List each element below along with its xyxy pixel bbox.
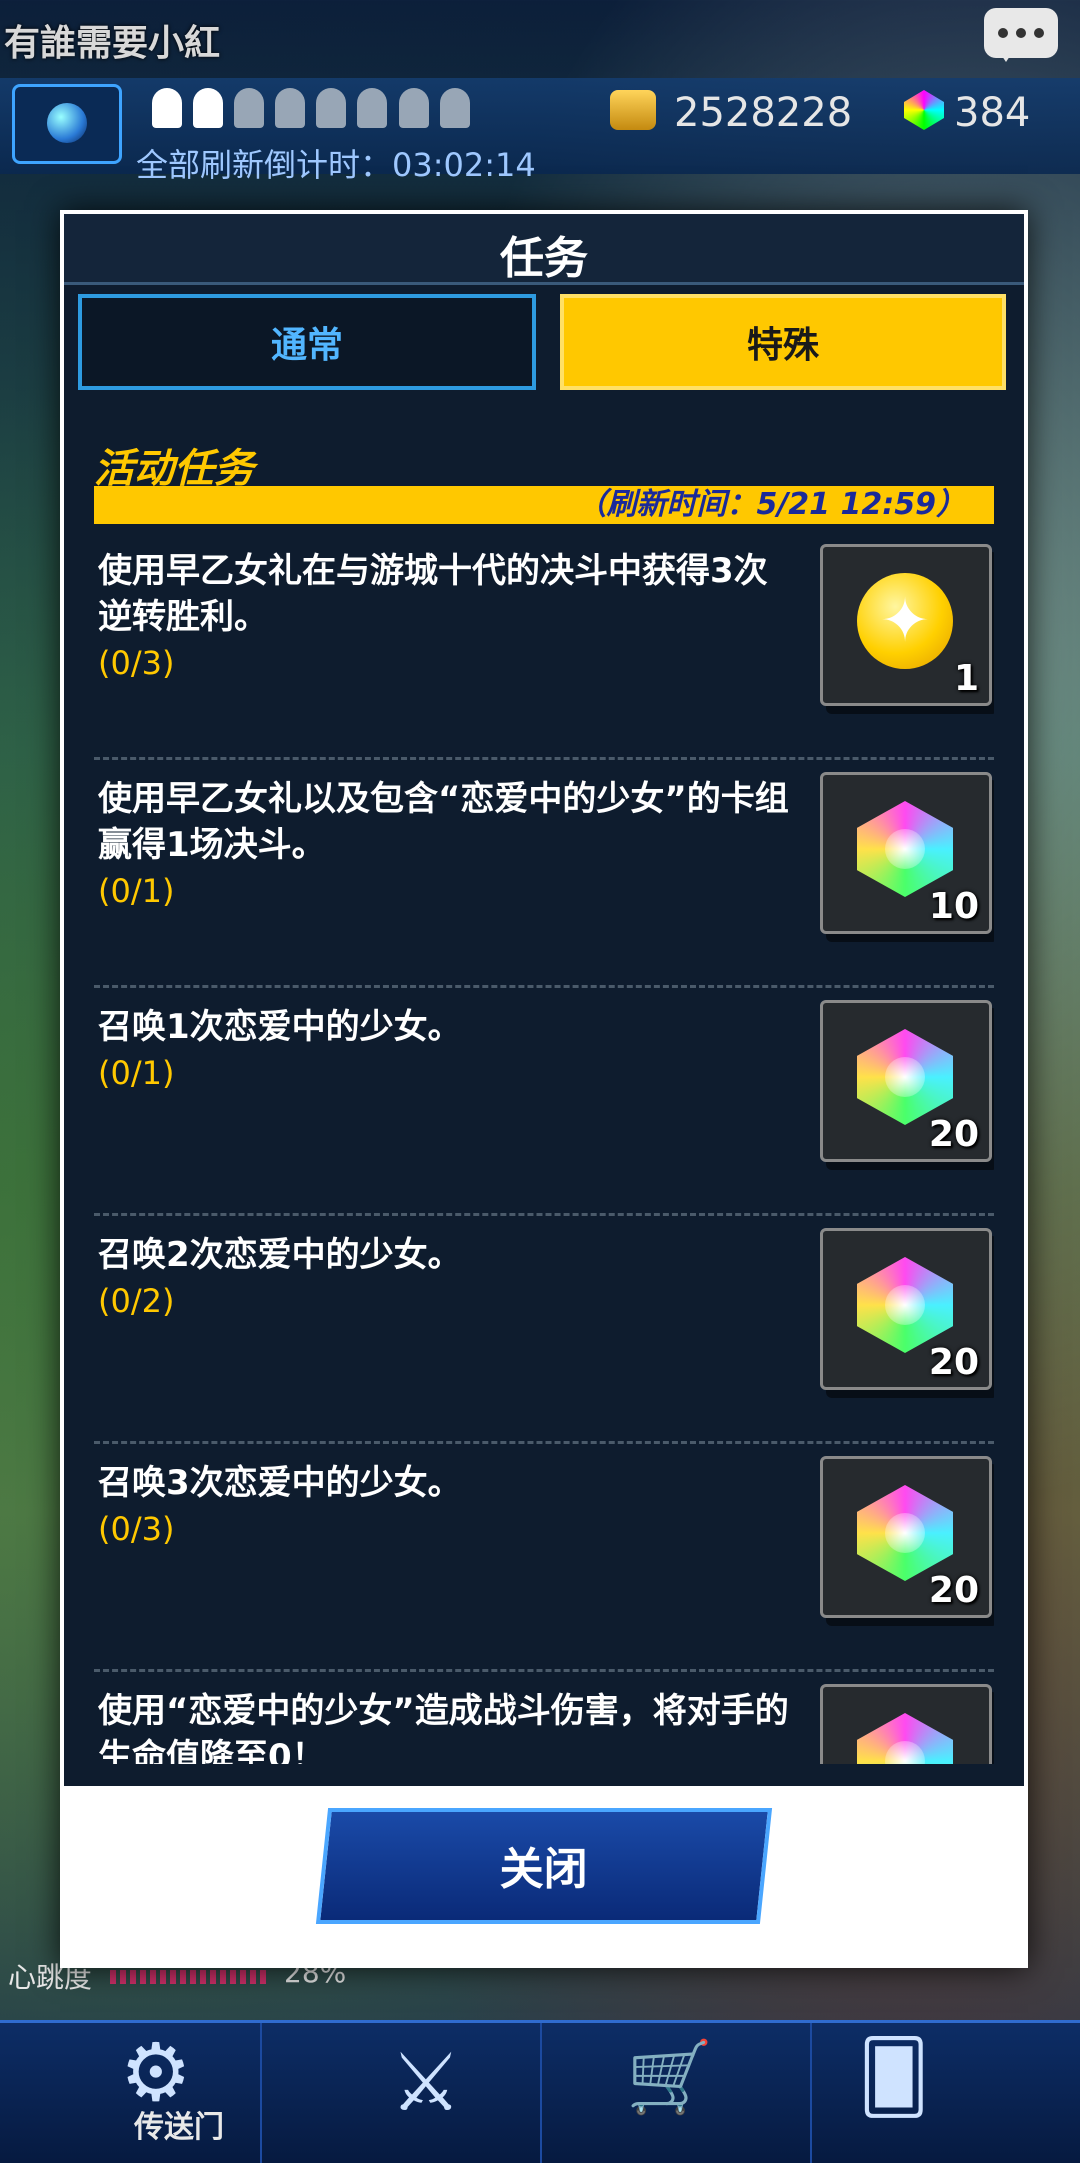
quest-progress: (0/1) — [98, 1054, 175, 1092]
reward-quantity: 20 — [928, 1342, 979, 1383]
refresh-time: （刷新时间：5/21 12:59） — [576, 487, 966, 522]
gem-icon — [857, 1485, 953, 1581]
quest-item: 使用早乙女礼以及包含“恋爱中的少女”的卡组赢得1场决斗。 (0/1) 10 — [94, 760, 994, 988]
reward-slot[interactable] — [820, 1684, 992, 1764]
quest-description: 使用早乙女礼以及包含“恋爱中的少女”的卡组赢得1场决斗。 — [98, 779, 789, 865]
close-button[interactable]: 关闭 — [315, 1808, 773, 1924]
person-icon — [275, 88, 306, 128]
gem-icon — [857, 1029, 953, 1125]
portal-label: 传送门 — [134, 2110, 224, 2145]
chat-message: 有誰需要小紅 — [4, 23, 221, 64]
reward-slot[interactable]: 20 — [820, 1000, 992, 1162]
world-globe-icon[interactable] — [12, 84, 122, 164]
refresh-time-bar: （刷新时间：5/21 12:59） — [94, 486, 994, 524]
chat-bubble-icon[interactable] — [984, 8, 1058, 62]
shopping-cart-icon: 🛒 — [626, 2036, 714, 2118]
quest-item: 使用“恋爱中的少女”造成战斗伤害，将对手的生命值降至0！ — [94, 1672, 994, 1764]
person-icon — [316, 88, 347, 128]
quest-description: 使用“恋爱中的少女”造成战斗伤害，将对手的生命值降至0！ — [98, 1691, 789, 1764]
reward-slot[interactable]: 20 — [820, 1228, 992, 1390]
quest-tabs: 通常 特殊 — [64, 284, 1024, 404]
tab-normal[interactable]: 通常 — [78, 294, 536, 390]
reward-slot[interactable]: ✦ 1 — [820, 544, 992, 706]
person-icon — [193, 88, 224, 128]
quest-description: 使用早乙女礼在与游城十代的决斗中获得3次逆转胜利。 — [98, 551, 768, 637]
refresh-countdown: 全部刷新倒计时：03:02:14 — [136, 146, 536, 184]
gem-icon — [857, 801, 953, 897]
quest-progress: (0/3) — [98, 644, 175, 682]
quest-description: 召唤2次恋爱中的少女。 — [98, 1235, 462, 1275]
quest-progress: (0/1) — [98, 872, 175, 910]
card-deck-icon: 🂠 — [858, 2036, 930, 2118]
modal-title: 任务 — [500, 233, 588, 284]
friends-indicator — [152, 88, 476, 132]
quest-item: 召唤3次恋爱中的少女。 (0/3) 20 — [94, 1444, 994, 1672]
person-icon — [398, 88, 429, 128]
quest-progress: (0/3) — [98, 1510, 175, 1548]
nav-deck[interactable] — [810, 2023, 1080, 2163]
quest-description: 召唤1次恋爱中的少女。 — [98, 1007, 462, 1047]
gold-count: 2528228 — [674, 90, 853, 136]
heart-progress-bar — [110, 1970, 270, 1984]
gem-icon — [857, 1257, 953, 1353]
quest-item: 召唤2次恋爱中的少女。 (0/2) 20 — [94, 1216, 994, 1444]
reward-quantity: 20 — [928, 1114, 979, 1155]
quest-modal: 任务 通常 特殊 活动任务 （刷新时间：5/21 12:59） 使用早乙女礼在与… — [60, 210, 1028, 1968]
modal-header: 任务 — [64, 214, 1024, 285]
reward-quantity: 10 — [928, 886, 979, 927]
crossed-swords-icon: ⚔ — [390, 2036, 462, 2129]
quest-list[interactable]: 使用早乙女礼在与游城十代的决斗中获得3次逆转胜利。 (0/3) ✦ 1 使用早乙… — [94, 532, 994, 1764]
reward-slot[interactable]: 20 — [820, 1456, 992, 1618]
gold-coin-icon — [610, 90, 656, 130]
reward-slot[interactable]: 10 — [820, 772, 992, 934]
person-icon — [439, 88, 470, 128]
tab-special[interactable]: 特殊 — [560, 294, 1006, 390]
quest-item: 使用早乙女礼在与游城十代的决斗中获得3次逆转胜利。 (0/3) ✦ 1 — [94, 532, 994, 760]
quest-item: 召唤1次恋爱中的少女。 (0/1) 20 — [94, 988, 994, 1216]
star-coin-icon: ✦ — [857, 573, 953, 669]
person-icon — [234, 88, 265, 128]
person-icon — [357, 88, 388, 128]
reward-quantity: 1 — [953, 658, 979, 699]
person-icon — [152, 88, 182, 128]
gem-count: 384 — [954, 90, 1031, 136]
quest-description: 召唤3次恋爱中的少女。 — [98, 1463, 462, 1503]
quest-progress: (0/2) — [98, 1282, 175, 1320]
reward-quantity: 20 — [928, 1570, 979, 1611]
gem-icon — [857, 1713, 953, 1764]
close-button-label: 关闭 — [499, 1844, 588, 1895]
